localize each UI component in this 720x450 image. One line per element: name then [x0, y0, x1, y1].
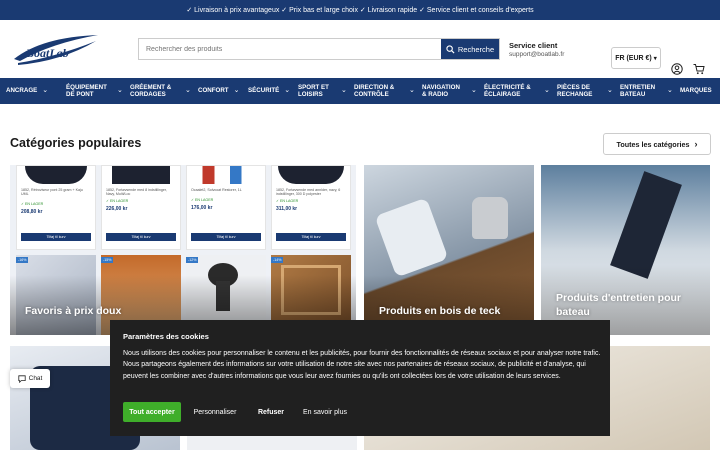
refuse-button[interactable]: Refuser	[253, 402, 289, 422]
category-tile-favoris[interactable]: 1852, Rétroviseur pont 25 gram + Kaju UM…	[10, 165, 356, 335]
nav-item-ancrage[interactable]: ANCRAGE ⌄	[6, 87, 66, 95]
chevron-down-icon: ⌄	[42, 86, 49, 94]
chat-icon	[18, 374, 26, 383]
product-card: 1852, Fortøvsende med annlder, navy, 6 i…	[271, 165, 351, 250]
chevron-down-icon: ⌄	[233, 86, 240, 94]
tile-label: Favoris à prix doux	[25, 305, 122, 317]
chevron-down-icon: ⌄	[667, 86, 673, 94]
chevron-down-icon: ⌄	[409, 86, 415, 94]
customer-service[interactable]: Service client support@boatlab.fr	[509, 41, 564, 58]
nav-item-equipement[interactable]: ÉQUIPEMENT DE PONT ⌄	[66, 84, 130, 98]
category-tile-entretien[interactable]: Produits d'entretien pour bateau	[541, 165, 710, 335]
language-label: FR (EUR €)	[615, 54, 652, 62]
service-title: Service client	[509, 41, 558, 50]
search-button[interactable]: Recherche	[441, 39, 499, 59]
product-card: Ocaalet2, Solvcoat Restorer, 1L ✓ EN LAG…	[186, 165, 266, 250]
nav-item-navigation[interactable]: NAVIGATION & RADIO ⌄	[422, 84, 484, 98]
nav-item-sport[interactable]: SPORT ET LOISIRS ⌄	[298, 84, 354, 98]
chevron-down-icon: ⌄	[607, 86, 613, 94]
language-currency-select[interactable]: FR (EUR €) ▾	[611, 47, 661, 69]
cart-icon[interactable]	[693, 63, 705, 75]
chevron-down-icon: ⌄	[471, 86, 477, 94]
category-nav: ANCRAGE ⌄ ÉQUIPEMENT DE PONT ⌄ GRÉEMENT & …	[0, 78, 720, 104]
nav-item-direction[interactable]: DIRECTION & CONTRÔLE ⌄	[354, 84, 422, 98]
nav-item-marques[interactable]: MARQUES	[680, 87, 712, 94]
customize-button[interactable]: Personnaliser	[190, 402, 240, 422]
nav-item-entretien[interactable]: ENTRETIEN BATEAU ⌄	[620, 84, 680, 98]
chevron-right-icon: ›	[694, 139, 698, 149]
nav-item-pieces[interactable]: PIÈCES DE RECHANGE ⌄	[557, 84, 620, 98]
user-icon[interactable]	[671, 63, 683, 75]
cookie-text: Nous utilisons des cookies pour personna…	[123, 350, 601, 380]
product-card: 1852, Fortøvsende med 8 indstillinger, N…	[101, 165, 181, 250]
search-input[interactable]	[139, 39, 441, 59]
chevron-down-icon: ⌄	[117, 86, 123, 94]
nav-item-confort[interactable]: CONFORT ⌄	[198, 87, 248, 95]
cookie-title: Paramètres des cookies	[123, 332, 209, 341]
chevron-down-icon: ⌄	[284, 86, 291, 94]
search-icon	[446, 44, 455, 54]
search-button-label: Recherche	[457, 44, 495, 54]
chevron-down-icon: ⌄	[341, 86, 347, 94]
nav-item-securite[interactable]: SÉCURITÉ ⌄	[248, 87, 298, 95]
site-header: BoatLab Recherche Service client support…	[0, 20, 720, 78]
category-tile-teck[interactable]: Produits en bois de teck	[364, 165, 534, 335]
chevron-down-icon: ▾	[653, 55, 657, 62]
nav-item-electricite[interactable]: ÉLECTRICITÉ & ÉCLAIRAGE ⌄	[484, 84, 557, 98]
search-bar: Recherche	[138, 38, 500, 60]
product-card: 1852, Rétroviseur pont 25 gram + Kaju UM…	[16, 165, 96, 250]
announcement-text: ✓ Livraison à prix avantageux ✓ Prix bas…	[186, 7, 534, 14]
chevron-down-icon: ⌄	[185, 86, 191, 94]
chat-button[interactable]: Chat	[10, 369, 50, 388]
chevron-down-icon: ⌄	[544, 86, 550, 94]
brand-logo[interactable]: BoatLab	[10, 29, 120, 69]
accept-all-button[interactable]: Tout accepter	[123, 402, 181, 422]
all-categories-button[interactable]: Toutes les catégories ›	[603, 133, 711, 155]
svg-text:BoatLab: BoatLab	[25, 46, 69, 60]
nav-item-greement[interactable]: GRÉEMENT & CORDAGES ⌄	[130, 84, 198, 98]
tile-label: Produits en bois de teck	[379, 305, 501, 317]
service-email[interactable]: support@boatlab.fr	[509, 51, 564, 58]
announcement-bar: ✓ Livraison à prix avantageux ✓ Prix bas…	[0, 0, 720, 20]
cookie-banner: Paramètres des cookies Nous utilisons de…	[110, 320, 610, 436]
tile-label: Produits d'entretien pour bateau	[556, 292, 682, 318]
section-title: Catégories populaires	[10, 136, 142, 150]
learn-more-link[interactable]: En savoir plus	[300, 402, 350, 422]
